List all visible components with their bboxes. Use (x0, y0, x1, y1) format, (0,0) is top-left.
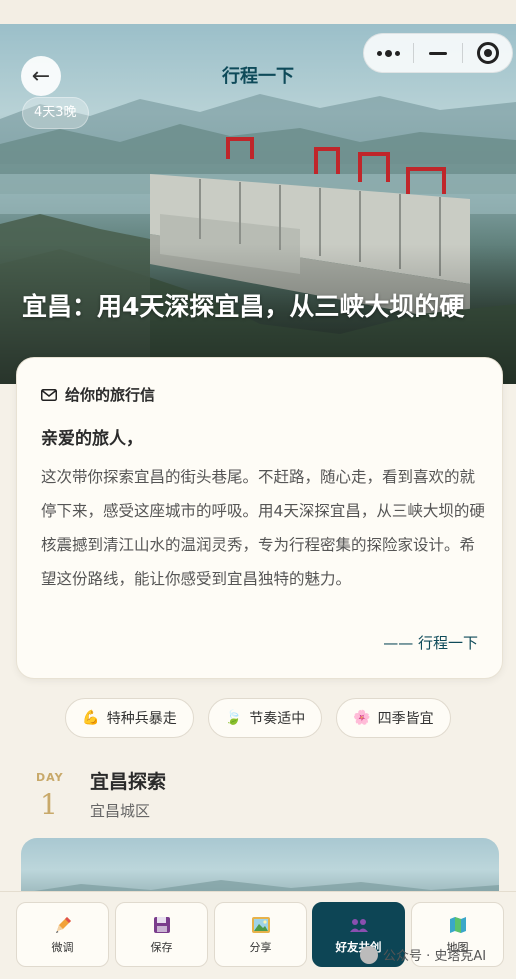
trip-tags: 💪 特种兵暴走 🍃 节奏适中 🌸 四季皆宜 (0, 698, 516, 738)
minimize-button[interactable] (414, 34, 463, 72)
watermark-text: 公众号 · 史塔克AI (383, 949, 487, 964)
save-label: 保存 (150, 940, 173, 954)
close-button[interactable] (463, 34, 512, 72)
letter-greeting: 亲爱的旅人， (41, 429, 143, 449)
bottom-action-bar: 微调 保存 分享 好友共创 地图 (0, 891, 516, 979)
more-menu-button[interactable] (364, 34, 413, 72)
minimize-icon (429, 51, 447, 55)
status-strip (0, 0, 516, 24)
letter-header: 给你的旅行信 (41, 384, 155, 405)
tag-pace-intense[interactable]: 💪 特种兵暴走 (65, 698, 194, 738)
adjust-button[interactable]: 微调 (16, 902, 109, 967)
duration-badge: 4天3晚 (22, 97, 89, 129)
people-icon (349, 918, 368, 932)
map-icon (449, 916, 466, 933)
adjust-label: 微调 (51, 940, 74, 954)
tag-season[interactable]: 🌸 四季皆宜 (336, 698, 451, 738)
travel-letter-card: 给你的旅行信 亲爱的旅人， 这次带你探索宜昌的街头巷尾。不赶路，随心走，看到喜欢… (16, 357, 503, 679)
share-label: 分享 (249, 940, 272, 954)
day-label: DAY (36, 771, 64, 784)
day-title: 宜昌探索 (90, 771, 167, 793)
letter-header-text: 给你的旅行信 (65, 386, 156, 404)
save-icon (153, 916, 170, 933)
trip-title: 宜昌：用4天深探宜昌，从三峡大坝的硬 (22, 292, 465, 321)
close-target-icon (476, 42, 499, 64)
watermark: 公众号 · 史塔克AI (360, 945, 486, 964)
letter-signature: —— 行程一下 (383, 634, 478, 652)
leaf-icon: 🍃 (224, 710, 243, 726)
tag-label: 特种兵暴走 (106, 711, 177, 727)
more-dots-icon (376, 49, 400, 57)
wechat-account-icon (360, 945, 378, 964)
day-subtitle: 宜昌城区 (90, 802, 151, 820)
mail-icon (41, 388, 57, 401)
tag-label: 四季皆宜 (377, 711, 434, 727)
flexed-arm-icon: 💪 (82, 710, 100, 726)
mini-program-capsule (363, 33, 513, 73)
pencil-icon (55, 916, 71, 933)
save-button[interactable]: 保存 (115, 902, 208, 967)
tag-label: 节奏适中 (249, 711, 306, 727)
flower-icon: 🌸 (353, 710, 371, 726)
letter-body: 这次带你探索宜昌的街头巷尾。不赶路，随心走，看到喜欢的就停下来，感受这座城市的呼… (41, 468, 485, 588)
day-number: 1 (40, 788, 58, 821)
tag-pace-moderate[interactable]: 🍃 节奏适中 (207, 698, 323, 738)
share-button[interactable]: 分享 (214, 902, 307, 967)
picture-icon (251, 916, 270, 933)
